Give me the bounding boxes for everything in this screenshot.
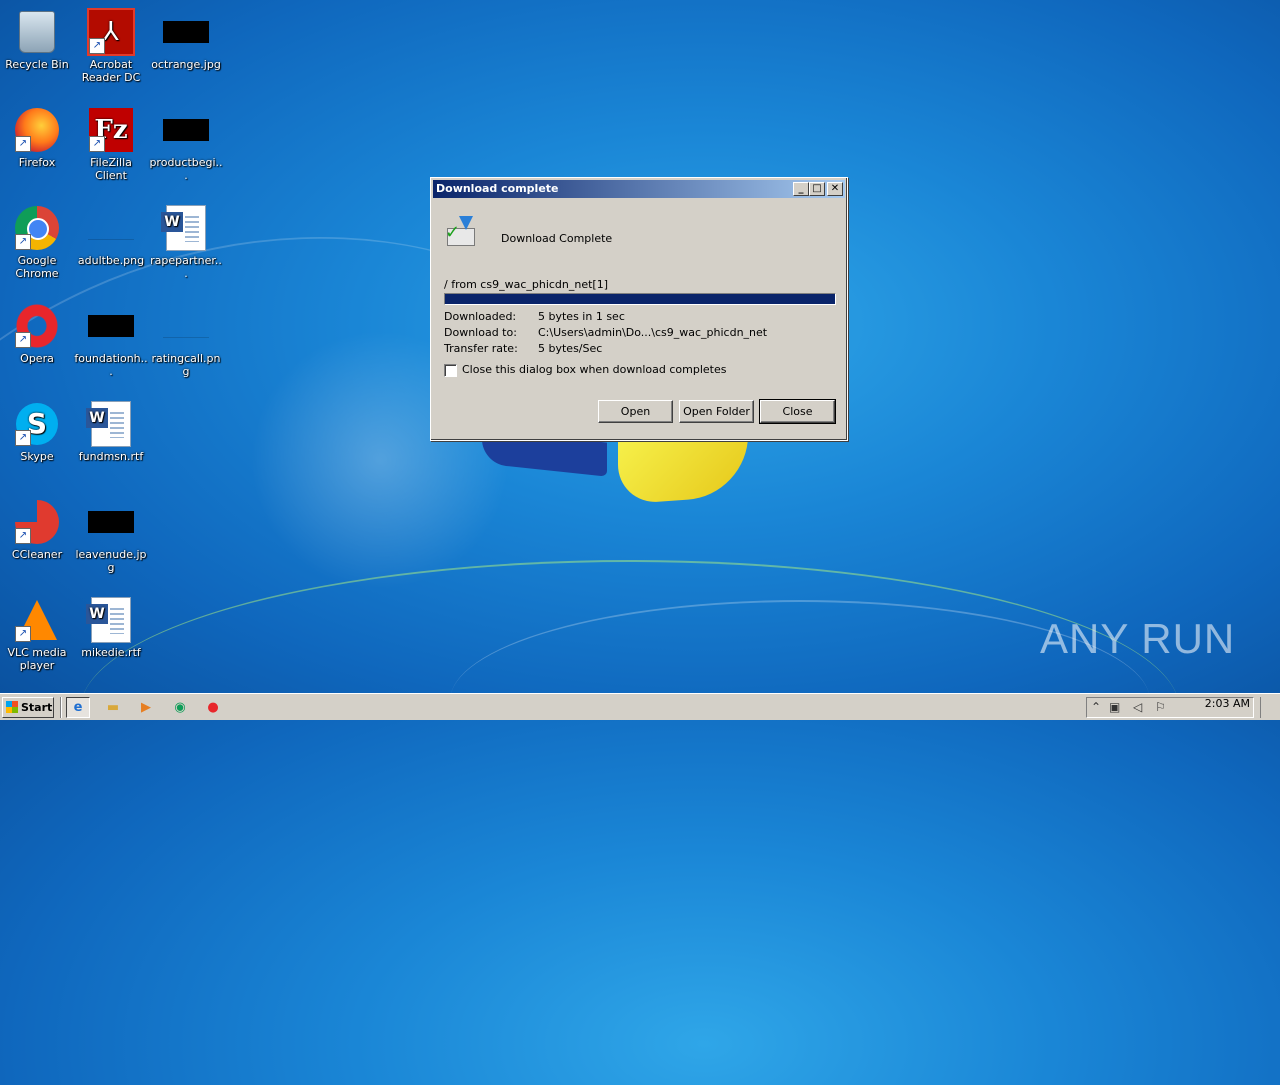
volume-icon[interactable]: ◁: [1133, 700, 1142, 714]
shortcut-arrow-icon: ↗: [15, 430, 31, 446]
desktop-icon-label: adultbe.png: [77, 254, 145, 267]
desktop-icon-label: octrange.jpg: [151, 58, 221, 71]
image-thumbnail-icon: [163, 119, 209, 141]
download-complete-icon: ✓: [445, 216, 477, 248]
desktop-icon-label: Opera: [20, 352, 54, 365]
minimize-button[interactable]: _: [793, 182, 809, 196]
desktop-icon-filezilla[interactable]: Fz ↗ FileZilla Client: [74, 106, 148, 182]
desktop-icon-vlc[interactable]: ↗ VLC media player: [0, 596, 74, 672]
desktop-icon-label: productbegi...: [149, 156, 223, 182]
desktop-icon-ratingcall[interactable]: ratingcall.png: [149, 302, 223, 378]
desktop-icon-octrange[interactable]: octrange.jpg: [149, 8, 223, 71]
image-thumbnail-icon: [163, 21, 209, 43]
desktop-icon-label: Firefox: [18, 156, 56, 169]
open-folder-button[interactable]: Open Folder: [679, 400, 754, 423]
desktop-icon-label: mikedie.rtf: [81, 646, 141, 659]
explorer-taskbar-button[interactable]: ▬: [101, 697, 125, 718]
word-document-icon: W: [86, 597, 131, 643]
shortcut-arrow-icon: ↗: [15, 332, 31, 348]
taskbar: Start e ▬ ▶ ◉ ● ⌃ ▣ ◁ ⚐ 2:03 AM: [0, 693, 1280, 720]
download-to-value: C:\Users\admin\Do...\cs9_wac_phicdn_net: [538, 326, 768, 339]
shortcut-arrow-icon: ↗: [15, 136, 31, 152]
close-on-complete-checkbox[interactable]: [444, 364, 457, 377]
show-hidden-icons-icon[interactable]: ⌃: [1091, 700, 1101, 714]
transfer-rate-value: 5 bytes/Sec: [538, 342, 603, 355]
desktop-icon-label: FileZilla Client: [90, 156, 132, 182]
close-on-complete-label[interactable]: Close this dialog box when download comp…: [462, 363, 726, 376]
media-player-icon: ▶: [141, 700, 151, 715]
start-button[interactable]: Start: [2, 697, 54, 718]
downloaded-label: Downloaded:: [444, 310, 517, 323]
transfer-rate-label: Transfer rate:: [444, 342, 518, 355]
dialog-title: Download complete: [436, 182, 559, 195]
desktop-icon-rapepartner[interactable]: W rapepartner...: [149, 204, 223, 280]
action-center-flag-icon[interactable]: ⚐: [1155, 700, 1166, 714]
word-document-icon: W: [86, 401, 131, 447]
desktop-icon-label: foundationh...: [74, 352, 148, 378]
opera-icon: ●: [207, 700, 219, 715]
show-desktop-button[interactable]: [1260, 697, 1278, 718]
internet-explorer-taskbar-button[interactable]: e: [66, 697, 90, 718]
image-thumbnail-icon: [88, 315, 134, 337]
dialog-titlebar[interactable]: Download complete _ □ ✕: [433, 180, 845, 198]
network-icon[interactable]: ▣: [1109, 700, 1120, 714]
desktop-icon-chrome[interactable]: ↗ Google Chrome: [0, 204, 74, 280]
desktop-icon-firefox[interactable]: ↗ Firefox: [0, 106, 74, 169]
shortcut-arrow-icon: ↗: [89, 38, 105, 54]
close-button[interactable]: Close: [759, 399, 836, 424]
folder-icon: ▬: [106, 700, 120, 715]
image-thumbnail-icon: [163, 315, 209, 338]
dialog-heading: Download Complete: [501, 232, 613, 245]
taskbar-separator: [60, 697, 62, 718]
desktop-icon-opera[interactable]: ↗ Opera: [0, 302, 74, 365]
shortcut-arrow-icon: ↗: [15, 528, 31, 544]
desktop-icon-label: Google Chrome: [15, 254, 59, 280]
desktop-icon-label: ratingcall.png: [151, 352, 221, 378]
desktop-icon-label: VLC media player: [7, 646, 67, 672]
opera-taskbar-button[interactable]: ●: [201, 697, 225, 718]
desktop-icon-foundationh[interactable]: foundationh...: [74, 302, 148, 378]
close-window-button[interactable]: ✕: [827, 182, 843, 196]
shortcut-arrow-icon: ↗: [15, 626, 31, 642]
desktop-icon-productbegi[interactable]: productbegi...: [149, 106, 223, 182]
internet-explorer-icon: e: [73, 700, 83, 715]
image-thumbnail-icon: [88, 511, 134, 533]
download-complete-dialog: Download complete _ □ ✕ ✓ Download Compl…: [430, 177, 848, 441]
desktop-icon-label: Acrobat Reader DC: [81, 58, 141, 84]
download-source: / from cs9_wac_phicdn_net[1]: [444, 278, 609, 291]
desktop-icon-leavenude[interactable]: leavenude.jpg: [74, 498, 148, 574]
shortcut-arrow-icon: ↗: [89, 136, 105, 152]
open-button[interactable]: Open: [598, 400, 673, 423]
desktop-icon-label: fundmsn.rtf: [78, 450, 144, 463]
maximize-button[interactable]: □: [809, 182, 825, 196]
desktop-icon-adultbe[interactable]: adultbe.png: [74, 204, 148, 267]
download-to-label: Download to:: [444, 326, 517, 339]
desktop-icon-fundmsn[interactable]: W fundmsn.rtf: [74, 400, 148, 463]
windows-logo-icon: [6, 701, 18, 713]
desktop-icon-recycle-bin[interactable]: Recycle Bin: [0, 8, 74, 71]
desktop-icon-acrobat[interactable]: ⅄ ↗ Acrobat Reader DC: [74, 8, 148, 84]
chrome-icon: ◉: [174, 700, 186, 715]
windows-logo-yellow: [618, 431, 748, 505]
desktop-icon-label: CCleaner: [11, 548, 63, 561]
media-player-taskbar-button[interactable]: ▶: [134, 697, 158, 718]
chrome-taskbar-button[interactable]: ◉: [168, 697, 192, 718]
desktop-icon-label: leavenude.jpg: [75, 548, 147, 574]
start-label: Start: [21, 701, 53, 714]
recycle-bin-icon: [19, 11, 55, 53]
desktop-icon-label: Recycle Bin: [5, 58, 69, 71]
downloaded-value: 5 bytes in 1 sec: [538, 310, 625, 323]
download-progress-bar: [444, 293, 836, 305]
anyrun-watermark: ANY RUN: [1040, 615, 1236, 662]
shortcut-arrow-icon: ↗: [15, 234, 31, 250]
desktop-icon-label: Skype: [20, 450, 54, 463]
image-thumbnail-icon: [88, 217, 134, 240]
word-document-icon: W: [161, 205, 206, 251]
desktop-icon-ccleaner[interactable]: ↗ CCleaner: [0, 498, 74, 561]
desktop-icon-label: rapepartner...: [150, 254, 222, 280]
taskbar-clock[interactable]: 2:03 AM: [1205, 697, 1250, 710]
desktop-icon-mikedie[interactable]: W mikedie.rtf: [74, 596, 148, 659]
desktop-icon-skype[interactable]: S ↗ Skype: [0, 400, 74, 463]
